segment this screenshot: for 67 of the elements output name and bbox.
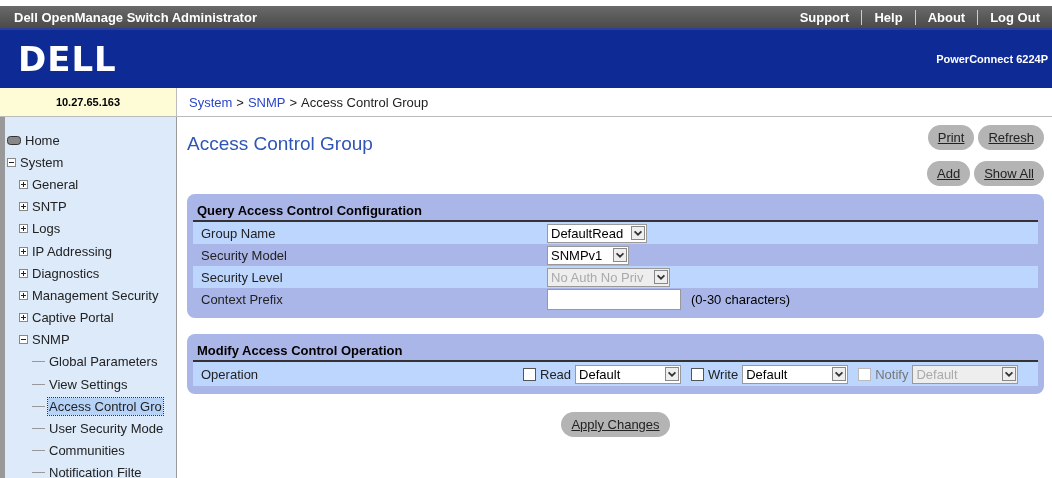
sidebar-item[interactable]: Global Parameters <box>48 353 159 371</box>
header-link[interactable]: Support <box>787 9 862 25</box>
sidebar-item[interactable]: IP Addressing <box>31 242 113 260</box>
page-title: Access Control Group <box>187 133 373 155</box>
expand-icon[interactable] <box>19 179 28 189</box>
input-field[interactable] <box>547 288 681 310</box>
field-label: Security Level <box>201 269 284 285</box>
action-button[interactable]: Show All <box>974 161 1044 186</box>
sidebar-item[interactable]: View Settings <box>48 375 129 393</box>
dropdown[interactable]: SNMPv1 <box>547 245 629 265</box>
breadcrumb-link[interactable]: SNMP <box>247 94 286 110</box>
sidebar-item[interactable]: Notification Filte <box>48 464 143 478</box>
model-name: PowerConnect 6224P <box>936 53 1048 65</box>
sidebar-item[interactable]: SNMP <box>31 331 71 349</box>
sidebar-item[interactable]: Diagnostics <box>31 264 101 282</box>
header-link[interactable]: Help <box>861 9 915 25</box>
action-button[interactable]: Print <box>927 125 975 150</box>
expand-icon[interactable] <box>19 268 28 278</box>
sidebar-item[interactable]: System <box>19 153 65 171</box>
sidebar-item[interactable]: SNTP <box>31 198 68 216</box>
sidebar-item[interactable]: General <box>31 175 80 193</box>
expand-icon[interactable] <box>19 246 28 256</box>
header-link[interactable]: About <box>914 9 978 25</box>
breadcrumb-separator: > <box>289 94 298 110</box>
sidebar-item[interactable]: Logs <box>31 220 62 238</box>
logo: DELL <box>18 39 117 79</box>
sidebar-item[interactable]: Management Security <box>31 286 160 304</box>
checkbox[interactable] <box>691 367 705 381</box>
expand-icon[interactable] <box>19 202 28 212</box>
expand-icon[interactable] <box>19 313 28 323</box>
dropdown[interactable]: Default <box>575 364 682 384</box>
app-title: Dell OpenManage Switch Administrator <box>14 9 257 25</box>
field-label: Security Model <box>201 247 288 263</box>
caret-icon <box>832 367 847 381</box>
action-button[interactable]: Add <box>927 161 971 186</box>
caret-icon <box>613 248 627 262</box>
breadcrumb-link[interactable]: System <box>189 94 233 110</box>
caret-icon <box>665 367 680 381</box>
collapse-icon[interactable] <box>19 335 28 345</box>
checkbox[interactable] <box>523 367 536 381</box>
breadcrumb-current: Access Control Group <box>301 94 429 110</box>
caret-icon <box>631 226 645 240</box>
field-label: Group Name <box>201 225 277 241</box>
sidebar-item[interactable]: Home <box>24 131 61 149</box>
expand-icon[interactable] <box>19 290 28 300</box>
field-hint: (0-30 characters) <box>691 291 790 307</box>
field-label: Operation <box>201 366 260 382</box>
breadcrumb-separator: > <box>236 94 244 110</box>
sidebar-item[interactable]: Communities <box>48 442 126 460</box>
drive-icon <box>7 135 21 145</box>
checkbox-label: Notify <box>875 366 909 382</box>
sidebar-item[interactable]: User Security Mode <box>48 420 165 438</box>
sidebar-item[interactable]: Captive Portal <box>31 309 115 327</box>
dropdown[interactable]: DefaultRead <box>547 223 647 243</box>
apply-changes-button[interactable]: Apply Changes <box>561 412 670 437</box>
collapse-icon[interactable] <box>7 157 16 167</box>
expand-icon[interactable] <box>19 224 28 234</box>
checkbox-label: Write <box>708 366 739 382</box>
caret-icon <box>654 270 668 284</box>
ip-address: 10.27.65.163 <box>0 88 177 116</box>
caret-icon <box>1002 367 1017 381</box>
field-label: Context Prefix <box>201 291 284 307</box>
sidebar-item[interactable]: Access Control Gro <box>48 397 163 415</box>
dropdown[interactable]: Default <box>742 364 849 384</box>
checkbox-label: Read <box>540 366 572 382</box>
action-button[interactable]: Refresh <box>978 125 1044 150</box>
header-link[interactable]: Log Out <box>977 9 1052 25</box>
